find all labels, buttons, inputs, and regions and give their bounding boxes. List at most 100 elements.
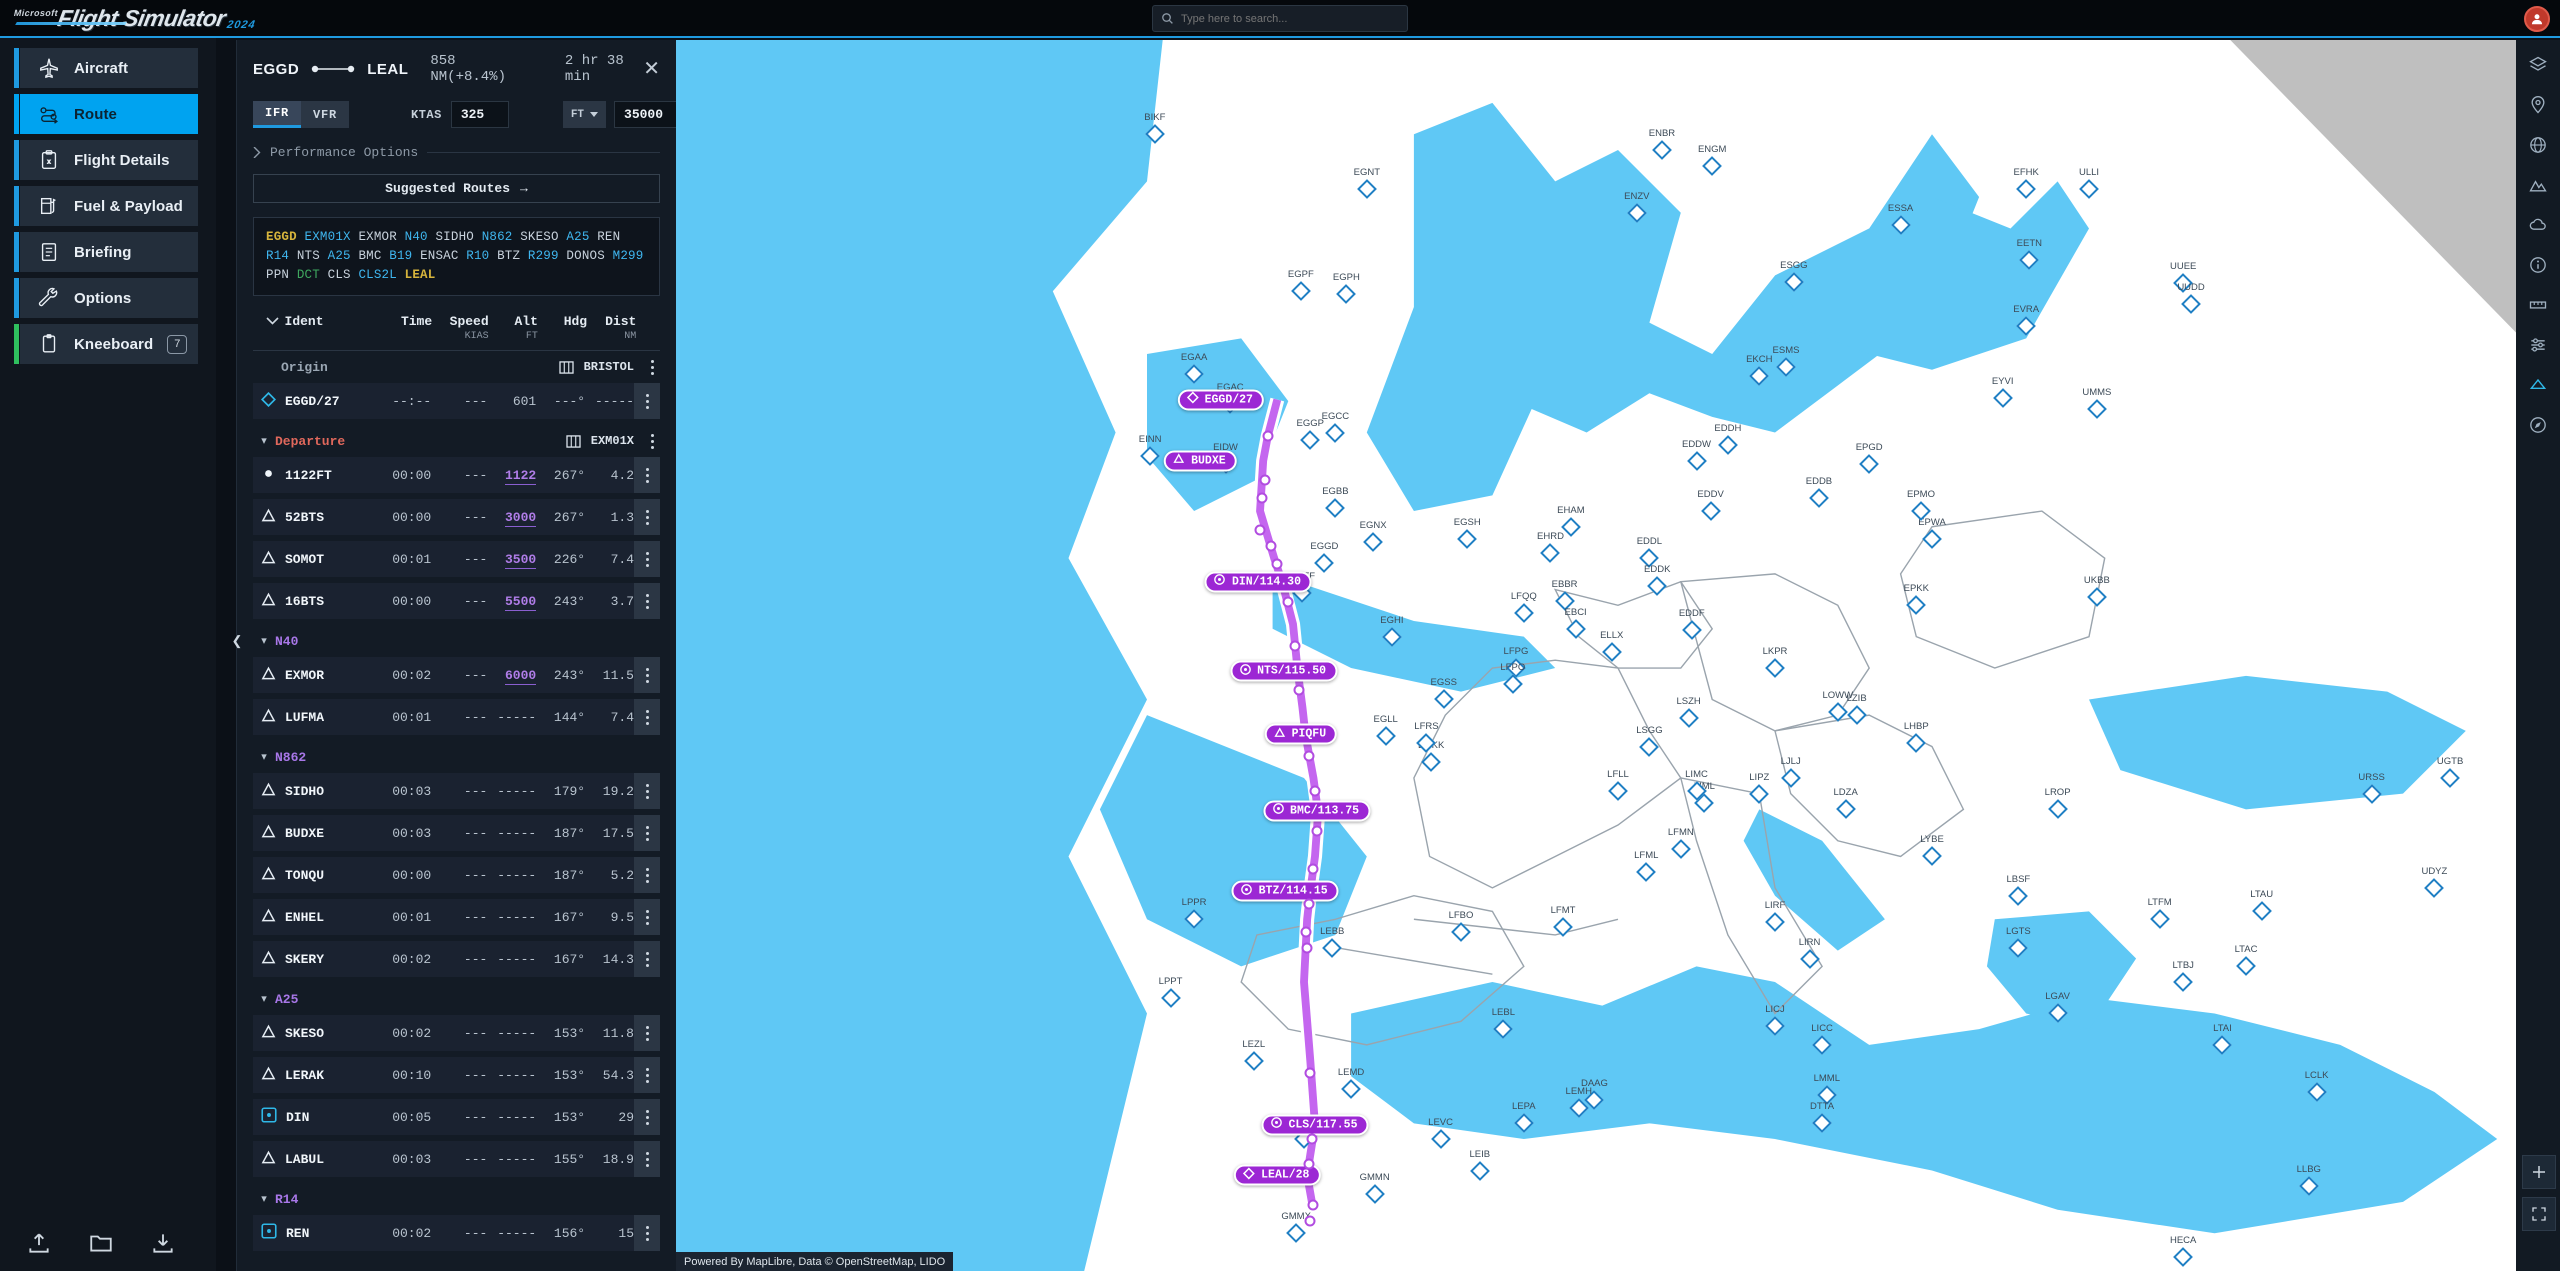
map-airport-marker[interactable]: LLBG xyxy=(2297,1164,2321,1197)
map-airport-marker[interactable]: LSGG xyxy=(1636,725,1663,757)
map-airport-marker[interactable]: EHAM xyxy=(1557,505,1585,537)
table-row[interactable]: 1122FT 00:00 --- 1122 267° 4.2 xyxy=(253,457,660,493)
map-airport-marker[interactable]: ENGM xyxy=(1698,144,1726,176)
map-route-label[interactable]: BTZ/114.15 xyxy=(1231,880,1339,902)
zoom-in-icon[interactable] xyxy=(2522,1155,2556,1189)
close-panel-button[interactable]: ✕ xyxy=(643,59,660,79)
global-search[interactable] xyxy=(1152,5,1408,32)
table-row[interactable]: LUFMA 00:01 --- ----- 144° 7.4 xyxy=(253,699,660,735)
collapse-panel-handle[interactable]: ❮ xyxy=(229,628,245,654)
map-airport-marker[interactable]: LEMH xyxy=(1566,1086,1592,1118)
cruise-altitude-input[interactable]: 35000 xyxy=(614,101,685,128)
weather-icon[interactable] xyxy=(2523,210,2553,240)
map-airport-marker[interactable]: UDYZ xyxy=(2421,866,2447,898)
map-airport-marker[interactable]: ULLI xyxy=(2079,167,2099,200)
sidebar-item-briefing[interactable]: Briefing xyxy=(14,232,198,272)
chevron-down-icon[interactable]: ▾ xyxy=(253,1192,275,1206)
map-airport-marker[interactable]: LFPO xyxy=(1500,662,1525,694)
map-airport-marker[interactable]: LTBJ xyxy=(2172,960,2194,992)
map-airport-marker[interactable]: LHBP xyxy=(1904,721,1929,754)
ifr-button[interactable]: IFR xyxy=(253,101,301,128)
map-waypoint-dot[interactable] xyxy=(1254,524,1266,536)
suggested-routes-button[interactable]: Suggested Routes → xyxy=(253,174,660,203)
row-altitude[interactable]: ----- xyxy=(487,1110,536,1125)
map-airport-marker[interactable]: ELLX xyxy=(1600,630,1623,663)
map-airport-marker[interactable]: LKPR xyxy=(1763,646,1787,678)
row-menu-button[interactable] xyxy=(634,1099,660,1135)
map-airport-marker[interactable]: LBSF xyxy=(2006,874,2030,906)
map-airport-marker[interactable]: EPMO xyxy=(1907,489,1935,521)
row-altitude[interactable]: ----- xyxy=(487,868,536,883)
map-airport-marker[interactable]: EDDV xyxy=(1697,489,1724,521)
map-airport-marker[interactable]: EBBR xyxy=(1552,579,1578,611)
map-airport-marker[interactable]: LGAV xyxy=(2045,991,2070,1024)
map-airport-marker[interactable]: EDDB xyxy=(1806,476,1832,509)
map-airport-marker[interactable]: ESMS xyxy=(1773,345,1799,377)
map-airport-marker[interactable]: LSZH xyxy=(1676,696,1701,729)
map-airport-marker[interactable]: LFML xyxy=(1634,850,1658,883)
map-airport-marker[interactable]: EDDL xyxy=(1637,536,1662,569)
map-route-label[interactable]: NTS/115.50 xyxy=(1230,660,1338,682)
map-airport-marker[interactable]: EDDW xyxy=(1682,439,1711,471)
table-row[interactable]: SKESO 00:02 --- ----- 153° 11.8 xyxy=(253,1015,660,1051)
map-waypoint-dot[interactable] xyxy=(1265,540,1277,552)
altitude-unit-select[interactable]: FT xyxy=(562,101,607,128)
row-altitude[interactable]: 3000 xyxy=(487,509,537,527)
row-altitude[interactable]: ----- xyxy=(487,1026,536,1041)
row-menu-button[interactable] xyxy=(634,773,660,809)
map-airport-marker[interactable]: BIKF xyxy=(1144,112,1165,145)
map-airport-marker[interactable]: LEBB xyxy=(1320,926,1344,958)
map-airport-marker[interactable]: LJLJ xyxy=(1781,756,1801,788)
map-airport-marker[interactable]: EGPF xyxy=(1288,269,1314,302)
map-airport-marker[interactable]: EGCC xyxy=(1322,411,1349,443)
map-airport-marker[interactable]: UKBB xyxy=(2084,575,2110,608)
row-altitude[interactable]: ----- xyxy=(487,952,536,967)
map-airport-marker[interactable]: LGTS xyxy=(2006,926,2031,958)
sidebar-item-kneeboard[interactable]: Kneeboard 7 xyxy=(14,324,198,364)
table-row[interactable]: SIDHO 00:03 --- ----- 179° 19.2 xyxy=(253,773,660,809)
chevron-down-icon[interactable]: ▾ xyxy=(253,434,275,448)
group-header-departure[interactable]: ▾ Departure EXM01X xyxy=(253,425,660,457)
map-airport-marker[interactable]: LFQQ xyxy=(1511,591,1537,623)
row-menu-button[interactable] xyxy=(634,1215,660,1251)
sidebar-item-aircraft[interactable]: Aircraft xyxy=(14,48,198,88)
row-menu-button[interactable] xyxy=(634,1141,660,1177)
download-icon[interactable] xyxy=(150,1230,176,1256)
map-airport-marker[interactable]: LEPA xyxy=(1512,1101,1536,1134)
map-airport-marker[interactable]: EPKK xyxy=(1904,583,1929,616)
group-header-n862[interactable]: ▾ N862 xyxy=(253,741,660,773)
map-route-label[interactable]: BUDXE xyxy=(1164,450,1237,472)
globe-icon[interactable] xyxy=(2523,130,2553,160)
row-menu-button[interactable] xyxy=(634,1057,660,1093)
map-airport-marker[interactable]: LICC xyxy=(1811,1023,1833,1055)
map-airport-marker[interactable]: EGSS xyxy=(1431,677,1457,710)
collapse-all-toggle[interactable] xyxy=(253,314,279,329)
table-row[interactable]: ENHEL 00:01 --- ----- 167° 9.5 xyxy=(253,899,660,935)
map-waypoint-dot[interactable] xyxy=(1304,1215,1316,1227)
map-waypoint-dot[interactable] xyxy=(1300,926,1312,938)
map-waypoint-dot[interactable] xyxy=(1307,863,1319,875)
world-map[interactable]: EGSSEGLLEGKKEGPFEGPHEGNTEGAAEGACEGNXEINN… xyxy=(676,40,2560,1271)
map-airport-marker[interactable]: EPWA xyxy=(1918,517,1946,550)
terrain-icon[interactable] xyxy=(2523,170,2553,200)
map-waypoint-dot[interactable] xyxy=(1259,474,1271,486)
map-airport-marker[interactable]: LIRN xyxy=(1799,937,1820,969)
map-waypoint-dot[interactable] xyxy=(1303,898,1315,910)
map-waypoint-dot[interactable] xyxy=(1301,942,1313,954)
chevron-down-icon[interactable]: ▾ xyxy=(253,634,275,648)
layers-icon[interactable] xyxy=(2523,50,2553,80)
map-airport-marker[interactable]: EGNX xyxy=(1360,520,1387,553)
row-altitude[interactable]: 5500 xyxy=(487,593,537,611)
sidebar-item-flight-details[interactable]: x Flight Details xyxy=(14,140,198,180)
map-airport-marker[interactable]: ESSA xyxy=(1888,203,1913,236)
map-waypoint-dot[interactable] xyxy=(1303,1158,1315,1170)
map-airport-marker[interactable]: EDDK xyxy=(1644,564,1670,597)
map-airport-marker[interactable]: LOWW xyxy=(1822,690,1853,722)
table-row[interactable]: EGGD/27 --:-- --- 601 ---° ----- xyxy=(253,383,660,419)
row-altitude[interactable]: ----- xyxy=(487,710,536,725)
chevron-down-icon[interactable]: ▾ xyxy=(253,750,275,764)
map-airport-marker[interactable]: LIRF xyxy=(1765,900,1785,933)
map-airport-marker[interactable]: ESGG xyxy=(1780,260,1808,292)
row-altitude[interactable]: 3500 xyxy=(487,551,537,569)
map-route-label[interactable]: CLS/117.55 xyxy=(1261,1114,1369,1136)
